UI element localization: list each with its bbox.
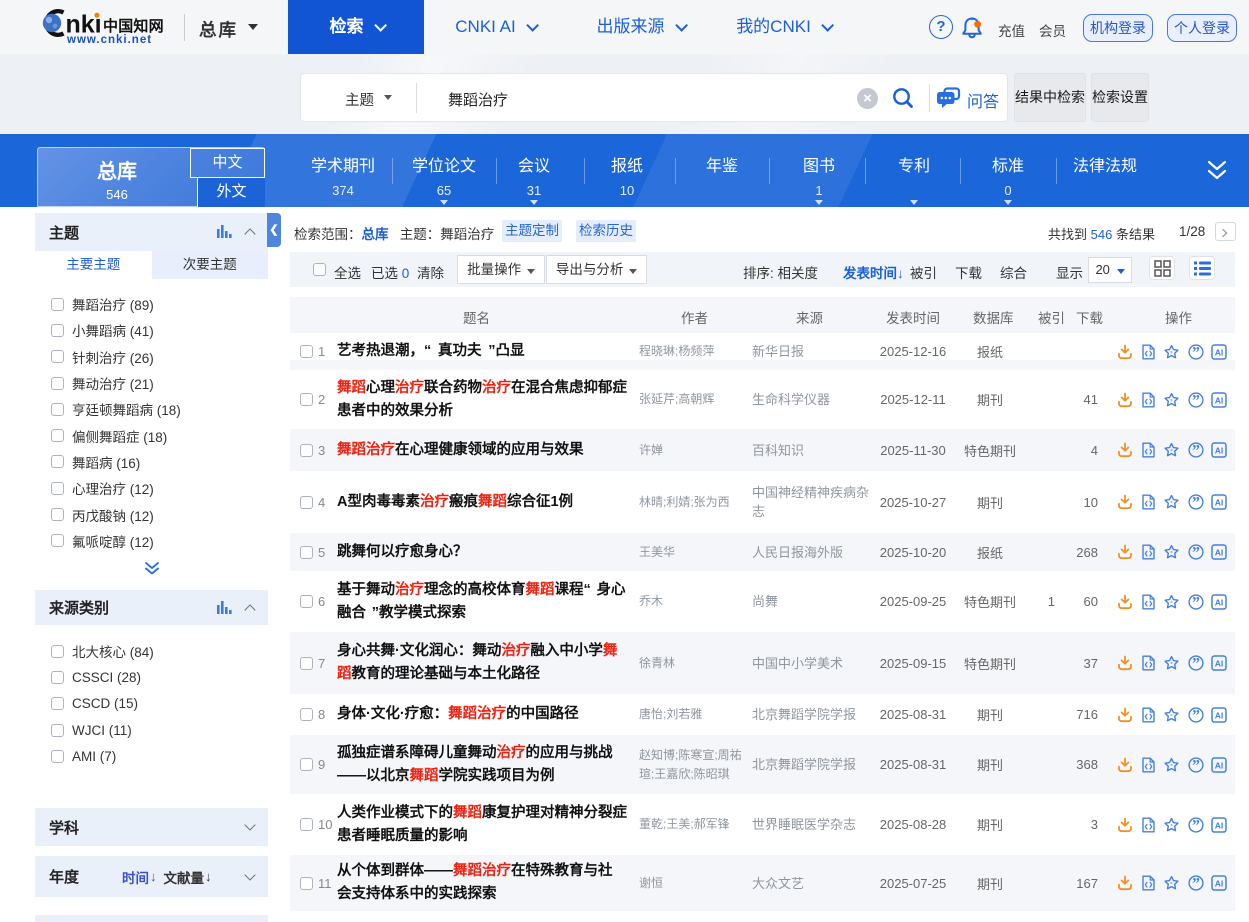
svg-text:AI: AI — [1215, 820, 1224, 830]
svg-text:AI: AI — [1215, 395, 1224, 405]
svg-text:”: ” — [1192, 594, 1200, 609]
svg-text:”: ” — [1192, 757, 1200, 772]
svg-text:”: ” — [1192, 392, 1200, 407]
svg-text:AI: AI — [1215, 548, 1224, 558]
svg-text:AI: AI — [1215, 710, 1224, 720]
svg-text:AI: AI — [1215, 659, 1224, 669]
svg-text:AI: AI — [1215, 760, 1224, 770]
svg-text:”: ” — [1192, 545, 1200, 560]
svg-text:”: ” — [1192, 344, 1200, 359]
svg-text:AI: AI — [1215, 597, 1224, 607]
svg-text:AI: AI — [1215, 446, 1224, 456]
svg-text:”: ” — [1192, 876, 1200, 891]
svg-text:”: ” — [1192, 817, 1200, 832]
svg-text:”: ” — [1192, 656, 1200, 671]
svg-text:”: ” — [1192, 707, 1200, 722]
svg-text:AI: AI — [1215, 498, 1224, 508]
svg-text:AI: AI — [1215, 347, 1224, 357]
svg-text:”: ” — [1192, 443, 1200, 458]
svg-text:”: ” — [1192, 495, 1200, 510]
svg-text:AI: AI — [1215, 879, 1224, 889]
